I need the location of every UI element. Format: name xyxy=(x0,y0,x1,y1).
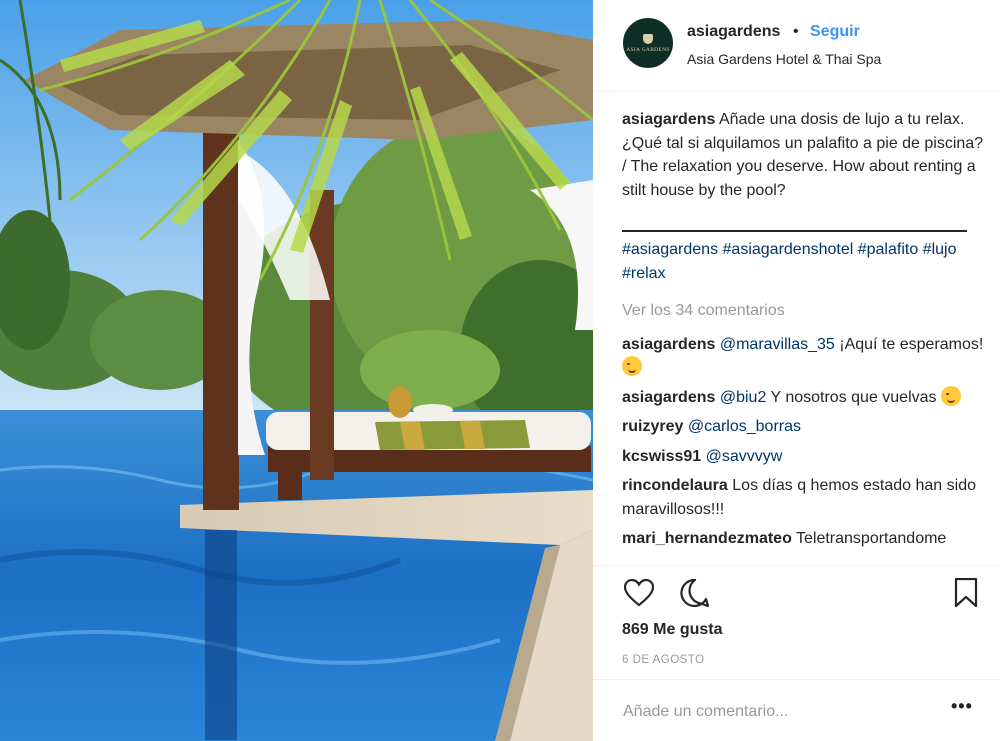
pool-cabana-image xyxy=(0,0,593,741)
post-photo[interactable] xyxy=(0,0,593,741)
post-date: 6 DE AGOSTO xyxy=(622,654,705,666)
comment-text: Teletransportandome xyxy=(796,530,947,547)
action-bar xyxy=(593,565,1000,615)
comment: ruizyrey @carlos_borras xyxy=(622,415,984,439)
comment-mention[interactable]: @maravillas_35 xyxy=(720,336,835,353)
caption-divider xyxy=(622,230,967,232)
username[interactable]: asiagardens xyxy=(687,23,780,41)
separator-dot: • xyxy=(793,23,799,40)
avatar[interactable]: ASIA GARDENS xyxy=(623,18,673,68)
post-sidebar: ASIA GARDENS asiagardens • Seguir Asia G… xyxy=(593,0,1000,741)
comment-text: Y nosotros que vuelvas xyxy=(766,388,937,406)
add-comment-input[interactable] xyxy=(623,700,943,724)
caption-username[interactable]: asiagardens xyxy=(622,111,715,128)
comment-mention[interactable]: @carlos_borras xyxy=(688,418,801,435)
comments-section[interactable]: asiagardens Añade una dosis de lujo a tu… xyxy=(622,108,984,563)
comment: mari_hernandezmateo Teletransportandome xyxy=(622,527,984,551)
comment-bubble-icon xyxy=(680,578,710,608)
likes-count[interactable]: 869 Me gusta xyxy=(622,621,722,639)
follow-button[interactable]: Seguir xyxy=(810,23,860,41)
bookmark-icon xyxy=(954,578,978,608)
comment-username[interactable]: asiagardens xyxy=(622,389,715,406)
wink-face-icon xyxy=(622,356,642,376)
heart-icon xyxy=(624,579,654,607)
location-link[interactable]: Asia Gardens Hotel & Thai Spa xyxy=(687,51,881,67)
save-button[interactable] xyxy=(949,576,983,610)
view-all-comments-link[interactable]: Ver los 34 comentarios xyxy=(622,299,984,323)
instagram-post: ASIA GARDENS asiagardens • Seguir Asia G… xyxy=(0,0,1000,741)
hugging-face-icon xyxy=(940,385,961,406)
more-options-button[interactable]: ••• xyxy=(951,696,973,717)
comment-username[interactable]: rincondelaura xyxy=(622,477,728,494)
comment-button[interactable] xyxy=(678,576,712,610)
caption-hashtags[interactable]: #asiagardens #asiagardenshotel #palafito… xyxy=(622,238,984,285)
comment: kcswiss91 @savvvyw xyxy=(622,445,984,469)
comment-username[interactable]: ruizyrey xyxy=(622,418,683,435)
comment-username[interactable]: mari_hernandezmateo xyxy=(622,530,792,547)
comment: asiagardens @biu2 Y nosotros que vuelvas xyxy=(622,385,984,410)
comment-username[interactable]: kcswiss91 xyxy=(622,448,701,465)
post-header: ASIA GARDENS asiagardens • Seguir Asia G… xyxy=(593,0,1000,92)
comment-mention[interactable]: @biu2 xyxy=(720,389,767,406)
avatar-logo-text: ASIA GARDENS xyxy=(626,46,670,53)
add-comment-bar: ••• xyxy=(593,679,1000,741)
comment: rincondelaura Los días q hemos estado ha… xyxy=(622,474,984,521)
comment-username[interactable]: asiagardens xyxy=(622,336,715,353)
comment-text: ¡Aquí te esperamos! xyxy=(834,335,984,353)
caption: asiagardens Añade una dosis de lujo a tu… xyxy=(622,108,984,202)
comment-mention[interactable]: @savvvyw xyxy=(706,448,783,465)
crest-icon xyxy=(643,33,653,44)
comment: asiagardens @maravillas_35 ¡Aquí te espe… xyxy=(622,333,984,380)
like-button[interactable] xyxy=(622,576,656,610)
